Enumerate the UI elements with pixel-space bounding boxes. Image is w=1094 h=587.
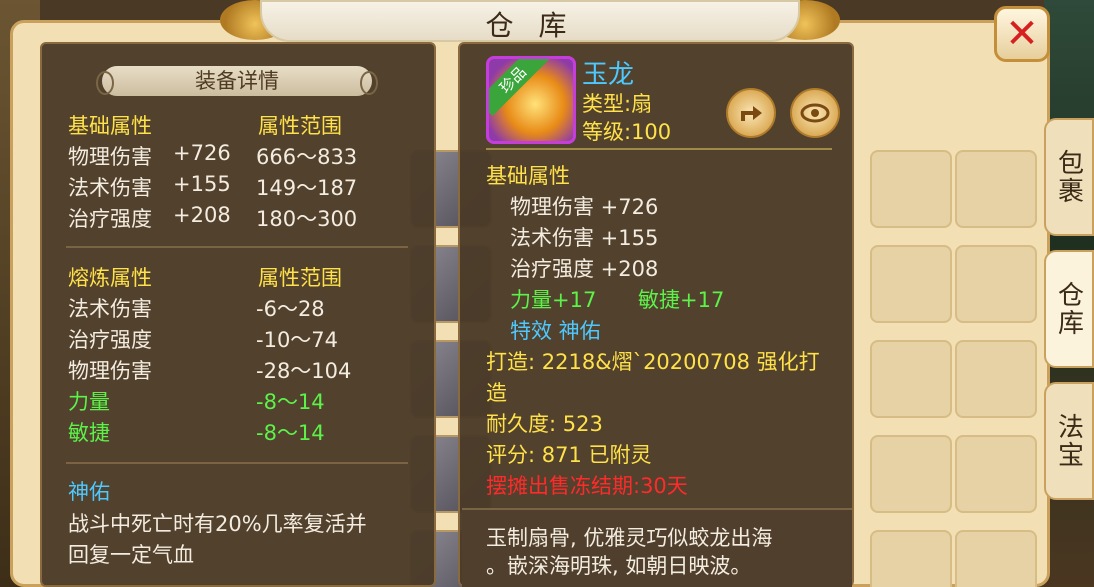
refine-attr-title: 熔炼属性	[68, 266, 152, 290]
tab-bag[interactable]: 包裹	[1044, 118, 1094, 236]
inventory-slot[interactable]	[955, 150, 1037, 228]
close-icon: ✕	[1005, 11, 1039, 57]
base-attr-value: +155	[173, 172, 231, 196]
base-attr-name: 治疗强度	[68, 207, 152, 231]
item-bonus-strength: 力量+17	[510, 288, 597, 312]
divider	[66, 246, 408, 248]
share-button[interactable]	[726, 88, 776, 138]
inventory-slot[interactable]	[870, 530, 952, 587]
rare-badge: 珍品	[489, 59, 550, 117]
equipment-detail-header: 装备详情	[96, 66, 378, 96]
item-crafted: 造	[486, 381, 507, 405]
base-attr-name: 法术伤害	[68, 176, 152, 200]
item-icon: 珍品	[486, 56, 576, 144]
inventory-slot[interactable]	[870, 435, 952, 513]
base-attr-title: 基础属性	[68, 114, 152, 138]
inventory-slot[interactable]	[955, 340, 1037, 418]
refine-attr-name: 法术伤害	[68, 297, 152, 321]
refine-attr-name: 治疗强度	[68, 328, 152, 352]
base-attr-value: +726	[173, 141, 231, 165]
base-attr-range: 149～187	[256, 176, 358, 200]
refine-attr-range: -8～14	[256, 421, 325, 445]
item-base-title: 基础属性	[486, 164, 570, 188]
effect-description: 战斗中死亡时有20%几率复活并	[68, 512, 367, 536]
divider	[462, 508, 852, 510]
item-frozen-period: 摆摊出售冻结期:30天	[486, 474, 688, 498]
item-type: 类型:扇	[582, 92, 653, 116]
refine-attr-range: -8～14	[256, 390, 325, 414]
divider	[66, 462, 408, 464]
item-special-effect: 特效 神佑	[510, 319, 601, 343]
refine-attr-name: 敏捷	[68, 421, 110, 445]
window-title: 仓 库	[485, 9, 575, 42]
base-attr-name: 物理伤害	[68, 145, 152, 169]
refine-attr-range: -10～74	[256, 328, 339, 352]
base-attr-range: 180～300	[256, 207, 358, 231]
inventory-slot[interactable]	[955, 245, 1037, 323]
item-durability: 耐久度: 523	[486, 412, 603, 436]
refine-attr-range: -6～28	[256, 297, 325, 321]
item-score: 评分: 871 已附灵	[486, 443, 652, 467]
inventory-slot[interactable]	[870, 340, 952, 418]
tab-treasure[interactable]: 法宝	[1044, 382, 1094, 500]
item-stat: 治疗强度 +208	[510, 257, 659, 281]
share-icon	[741, 106, 762, 121]
refine-attr-name: 力量	[68, 390, 110, 414]
inventory-slot[interactable]	[870, 245, 952, 323]
inventory-slot[interactable]	[955, 530, 1037, 587]
inventory-slot[interactable]	[870, 150, 952, 228]
view-button[interactable]	[790, 88, 840, 138]
refine-attr-range: -28～104	[256, 359, 352, 383]
effect-title: 神佑	[68, 480, 110, 504]
effect-description: 回复一定气血	[68, 543, 194, 567]
close-button[interactable]: ✕	[994, 6, 1050, 62]
item-crafted: 打造: 2218&熠`20200708 强化打	[486, 350, 820, 374]
tab-warehouse[interactable]: 仓库	[1044, 250, 1094, 368]
base-attr-value: +208	[173, 203, 231, 227]
item-lore: 。嵌深海明珠, 如朝日映波。	[486, 554, 752, 578]
item-stat: 法术伤害 +155	[510, 226, 659, 250]
item-lore: 玉制扇骨, 优雅灵巧似蛟龙出海	[486, 526, 773, 550]
divider	[486, 148, 832, 150]
item-stat: 物理伤害 +726	[510, 195, 659, 219]
eye-icon	[800, 103, 830, 123]
item-name: 玉龙	[582, 60, 635, 90]
refine-attr-name: 物理伤害	[68, 359, 152, 383]
item-bonus-agility: 敏捷+17	[638, 288, 725, 312]
item-level: 等级:100	[582, 120, 672, 144]
base-attr-range: 666～833	[256, 145, 358, 169]
refine-range-title: 属性范围	[258, 266, 342, 290]
inventory-slot[interactable]	[955, 435, 1037, 513]
base-range-title: 属性范围	[258, 114, 342, 138]
